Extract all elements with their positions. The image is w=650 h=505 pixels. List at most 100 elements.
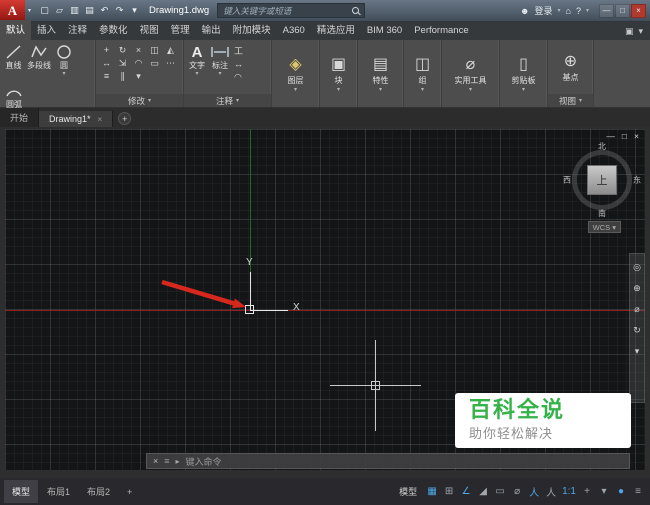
qat-open-icon[interactable]: ▱ [53, 5, 66, 16]
group-button[interactable]: ◫ 组 ▾ [404, 40, 441, 107]
viewcube-top-face[interactable]: 上 [587, 165, 617, 195]
viewcube[interactable]: 上 北 南 西 东 [563, 141, 641, 218]
scale-icon[interactable]: ⇲ [116, 57, 129, 69]
close-button[interactable]: × [631, 3, 646, 18]
arc-dim-icon[interactable]: ◠ [234, 71, 243, 83]
pan-icon[interactable]: ⊕ [633, 283, 641, 294]
text-dropdown-icon[interactable]: ▾ [195, 71, 198, 77]
a360-home-icon[interactable]: ⌂ [566, 6, 571, 16]
quick-properties-icon[interactable]: ● [613, 483, 629, 501]
zoom-icon[interactable]: ⌀ [634, 304, 639, 315]
app-menu-arrow-icon[interactable]: ▾ [25, 7, 34, 14]
model-tab[interactable]: 模型 [4, 480, 39, 503]
ribbon-tab-performance[interactable]: Performance [408, 23, 474, 40]
start-tab[interactable]: 开始 [0, 108, 40, 127]
ribbon-tab-manage[interactable]: 管理 [165, 20, 196, 40]
rotate-icon[interactable]: ↻ [116, 44, 129, 56]
qat-dropdown-icon[interactable]: ▾ [128, 5, 141, 16]
ribbon-collapse-icon[interactable]: ▾ [638, 26, 643, 37]
add-layout-button[interactable]: + [119, 482, 140, 502]
signin-label[interactable]: 登录 [535, 4, 553, 17]
drawing-canvas[interactable]: Y X — □ × 上 北 南 西 东 WCS ▾ ◎ ⊕ ⌀ ↻ ▾ 百科全说… [5, 129, 645, 470]
copy-icon[interactable]: ◫ [148, 44, 161, 56]
signin-arrow-icon[interactable]: ▾ [558, 8, 561, 14]
dimension-tool[interactable]: 标注 ▾ [209, 42, 231, 78]
clipboard-button[interactable]: ▯ 剪贴板 ▾ [500, 40, 547, 107]
customization-menu-icon[interactable]: ≡ [630, 483, 646, 501]
ribbon-tab-addins[interactable]: 附加模块 [227, 20, 277, 40]
mirror-icon[interactable]: ◭ [164, 44, 177, 56]
command-recent-icon[interactable]: ▸ [176, 457, 180, 466]
view-panel-footer[interactable]: 视图 ▾ [548, 94, 593, 107]
search-input[interactable] [223, 5, 348, 16]
circle-tool[interactable]: 圆 ▾ [55, 42, 73, 78]
command-line[interactable]: × ≡ ▸ 键入命令 [146, 453, 630, 469]
utilities-button[interactable]: ⌀ 实用工具 ▾ [442, 40, 499, 107]
drawing-minimize-icon[interactable]: — [606, 131, 615, 141]
fillet-icon[interactable]: ◠ [132, 57, 145, 69]
circle-dropdown-icon[interactable]: ▾ [62, 71, 65, 77]
help-arrow-icon[interactable]: ▾ [586, 8, 589, 14]
lineweight-icon[interactable]: ⌀ [509, 483, 525, 501]
status-dropdown-icon[interactable]: ▾ [596, 483, 612, 501]
dimension-dropdown-icon[interactable]: ▾ [218, 71, 221, 77]
leader-icon[interactable]: 工 [234, 45, 243, 57]
help-icon[interactable]: ? [576, 6, 581, 16]
polar-tracking-icon[interactable]: ∠ [458, 483, 474, 501]
annotation-visibility-icon[interactable]: 人 [526, 483, 542, 501]
drawing-close-icon[interactable]: × [634, 131, 639, 141]
line-tool[interactable]: 直线 [4, 42, 23, 72]
ribbon-tools-icon[interactable]: ▣ [625, 26, 634, 37]
polyline-tool[interactable]: 多段线 [26, 42, 52, 72]
user-icon[interactable]: ☻ [520, 6, 529, 16]
drawing-restore-icon[interactable]: □ [622, 131, 627, 141]
layout1-tab[interactable]: 布局1 [39, 480, 78, 503]
array-icon[interactable]: ▭ [148, 57, 161, 69]
app-menu-button[interactable]: A [0, 0, 25, 22]
text-tool[interactable]: A 文字 ▾ [188, 42, 206, 78]
autoscale-icon[interactable]: 人 [543, 483, 559, 501]
command-close-icon[interactable]: × [153, 456, 158, 466]
properties-button[interactable]: ▤ 特性 ▾ [358, 40, 403, 107]
qat-new-icon[interactable]: ▢ [38, 5, 51, 16]
qat-plot-icon[interactable]: ▤ [83, 5, 96, 16]
qat-redo-icon[interactable]: ↷ [113, 5, 126, 16]
annotation-panel-footer[interactable]: 注释 ▾ [184, 94, 271, 107]
qat-save-icon[interactable]: ▥ [68, 5, 81, 16]
command-prompt[interactable]: 键入命令 [186, 455, 222, 468]
minimize-button[interactable]: — [599, 3, 614, 18]
ribbon-tab-output[interactable]: 输出 [196, 20, 227, 40]
navbar-more-icon[interactable]: ▾ [635, 346, 640, 357]
nav-wheel-icon[interactable]: ◎ [633, 262, 641, 273]
grid-toggle-icon[interactable]: ▦ [424, 483, 440, 501]
new-drawing-tab-button[interactable]: + [118, 112, 132, 125]
orbit-icon[interactable]: ↻ [633, 325, 641, 336]
ribbon-tab-a360[interactable]: A360 [277, 23, 311, 40]
search-icon[interactable] [352, 7, 360, 14]
layers-button[interactable]: ◈ 图层 ▾ [272, 40, 319, 107]
offset-icon[interactable]: ∥ [116, 70, 129, 82]
layout2-tab[interactable]: 布局2 [79, 480, 118, 503]
ribbon-tab-featured-apps[interactable]: 精选应用 [311, 20, 361, 40]
trim-icon[interactable]: × [132, 44, 145, 56]
tab-close-icon[interactable]: × [98, 115, 103, 124]
model-space-button[interactable]: 模型 [393, 482, 423, 501]
qat-undo-icon[interactable]: ↶ [98, 5, 111, 16]
viewcube-west-label[interactable]: 西 [563, 175, 571, 186]
viewcube-north-label[interactable]: 北 [598, 141, 606, 152]
ribbon-tab-bim360[interactable]: BIM 360 [361, 23, 408, 40]
object-snap-icon[interactable]: ▭ [492, 483, 508, 501]
wcs-menu[interactable]: WCS ▾ [587, 221, 621, 233]
basepoint-button[interactable]: ⊕ 基点 [548, 40, 593, 94]
drawing1-tab[interactable]: Drawing1* × [39, 111, 114, 127]
ribbon-tab-parametric[interactable]: 参数化 [93, 20, 134, 40]
viewcube-east-label[interactable]: 东 [633, 175, 641, 186]
workspace-switch-icon[interactable]: + [579, 483, 595, 501]
command-customize-icon[interactable]: ≡ [164, 456, 169, 466]
stretch-icon[interactable]: ↔ [100, 57, 113, 69]
ribbon-tab-view[interactable]: 视图 [134, 20, 165, 40]
maximize-button[interactable]: □ [615, 3, 630, 18]
snap-toggle-icon[interactable]: ⊞ [441, 483, 457, 501]
ribbon-tab-annotate[interactable]: 注释 [62, 20, 93, 40]
erase-icon[interactable]: ≡ [100, 70, 113, 82]
